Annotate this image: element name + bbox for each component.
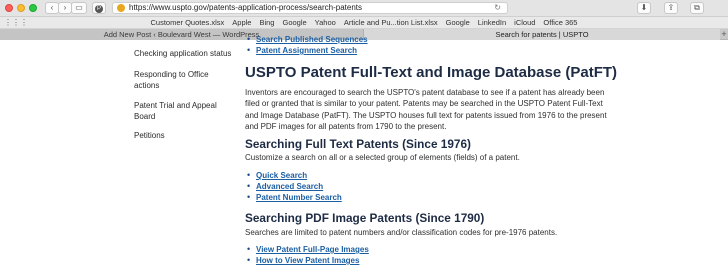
chevron-left-icon: ‹ — [50, 3, 54, 12]
pinterest-extension-button[interactable]: P — [92, 2, 106, 14]
bookmark-item[interactable]: Customer Quotes.xlsx — [151, 17, 225, 29]
downloads-button[interactable]: ⬇ — [637, 2, 651, 14]
sidebar-icon: ▭ — [75, 3, 83, 12]
new-tab-button[interactable]: + — [720, 29, 728, 40]
pinterest-icon: P — [95, 5, 103, 13]
page-content: Checking application status Responding t… — [0, 34, 728, 274]
download-icon: ⬇ — [640, 3, 648, 12]
zoom-window-button[interactable] — [29, 4, 37, 12]
nav-item-office-actions[interactable]: Responding to Office actions — [134, 69, 234, 91]
nav-item-petitions[interactable]: Petitions — [134, 130, 234, 141]
full-text-description: Customize a search on all or a selected … — [245, 153, 520, 162]
pdf-image-heading: Searching PDF Image Patents (Since 1790) — [245, 211, 485, 225]
bookmark-item[interactable]: Bing — [259, 17, 274, 29]
chevron-right-icon: › — [63, 3, 67, 12]
pdf-image-links: View Patent Full-Page Images How to View… — [245, 244, 369, 266]
back-button[interactable]: ‹ — [45, 2, 59, 14]
intro-paragraph: Inventors are encouraged to search the U… — [245, 88, 607, 132]
published-sequences-link[interactable]: Search Published Sequences — [256, 35, 368, 44]
bookmarks-bar: ⋮⋮⋮ Customer Quotes.xlsx Apple Bing Goog… — [0, 17, 728, 29]
sidebar-toggle-button[interactable]: ▭ — [71, 2, 87, 14]
browser-toolbar: ‹ › ▭ P https://www.uspto.gov/patents-ap… — [0, 0, 728, 17]
bookmark-item[interactable]: Article and Pu...tion List.xlsx — [344, 17, 438, 29]
bookmark-item[interactable]: Google — [282, 17, 306, 29]
view-full-page-images-link[interactable]: View Patent Full-Page Images — [256, 245, 369, 254]
assignment-link-list: Patent Assignment Search — [245, 45, 357, 56]
bookmark-item[interactable]: iCloud — [514, 17, 535, 29]
page-title: USPTO Patent Full-Text and Image Databas… — [245, 64, 618, 81]
advanced-search-link[interactable]: Advanced Search — [256, 182, 323, 191]
patent-assignment-search-link[interactable]: Patent Assignment Search — [256, 46, 357, 55]
full-text-heading: Searching Full Text Patents (Since 1976) — [245, 137, 471, 151]
bookmark-item[interactable]: Apple — [232, 17, 251, 29]
full-text-links: Quick Search Advanced Search Patent Numb… — [245, 170, 342, 203]
nav-item-ptab[interactable]: Patent Trial and Appeal Board — [134, 100, 234, 122]
bookmark-item[interactable]: Google — [446, 17, 470, 29]
site-security-icon — [117, 4, 125, 12]
pdf-image-description: Searches are limited to patent numbers a… — [245, 228, 558, 237]
list-item: Search Published Sequences — [245, 34, 368, 45]
address-bar[interactable]: https://www.uspto.gov/patents-applicatio… — [112, 2, 508, 14]
list-item: View Patent Full-Page Images — [245, 244, 369, 255]
forward-button[interactable]: › — [58, 2, 72, 14]
how-to-view-images-link[interactable]: How to View Patent Images — [256, 256, 359, 265]
list-item: Advanced Search — [245, 181, 342, 192]
bookmark-item[interactable]: LinkedIn — [478, 17, 506, 29]
list-item: How to View Patent Images — [245, 255, 369, 266]
url-text: https://www.uspto.gov/patents-applicatio… — [129, 3, 363, 12]
tab-uspto-search[interactable]: Search for patents | USPTO — [364, 29, 720, 40]
clipped-link-list: Search Published Sequences — [245, 34, 368, 45]
minimize-window-button[interactable] — [17, 4, 25, 12]
share-button[interactable]: ⇪ — [664, 2, 678, 14]
bookmark-item[interactable]: Office 365 — [543, 17, 577, 29]
list-item: Patent Assignment Search — [245, 45, 357, 56]
bookmark-item[interactable]: Yahoo — [315, 17, 336, 29]
patent-number-search-link[interactable]: Patent Number Search — [256, 193, 342, 202]
tabs-icon: ⧉ — [694, 3, 700, 12]
share-icon: ⇪ — [667, 3, 675, 12]
nav-item-checking-status[interactable]: Checking application status — [134, 48, 234, 59]
reload-icon[interactable]: ↻ — [494, 3, 501, 13]
list-item: Quick Search — [245, 170, 342, 181]
close-window-button[interactable] — [5, 4, 13, 12]
quick-search-link[interactable]: Quick Search — [256, 171, 307, 180]
bookmark-list: Customer Quotes.xlsx Apple Bing Google Y… — [0, 17, 728, 29]
show-tabs-button[interactable]: ⧉ — [690, 2, 704, 14]
list-item: Patent Number Search — [245, 192, 342, 203]
